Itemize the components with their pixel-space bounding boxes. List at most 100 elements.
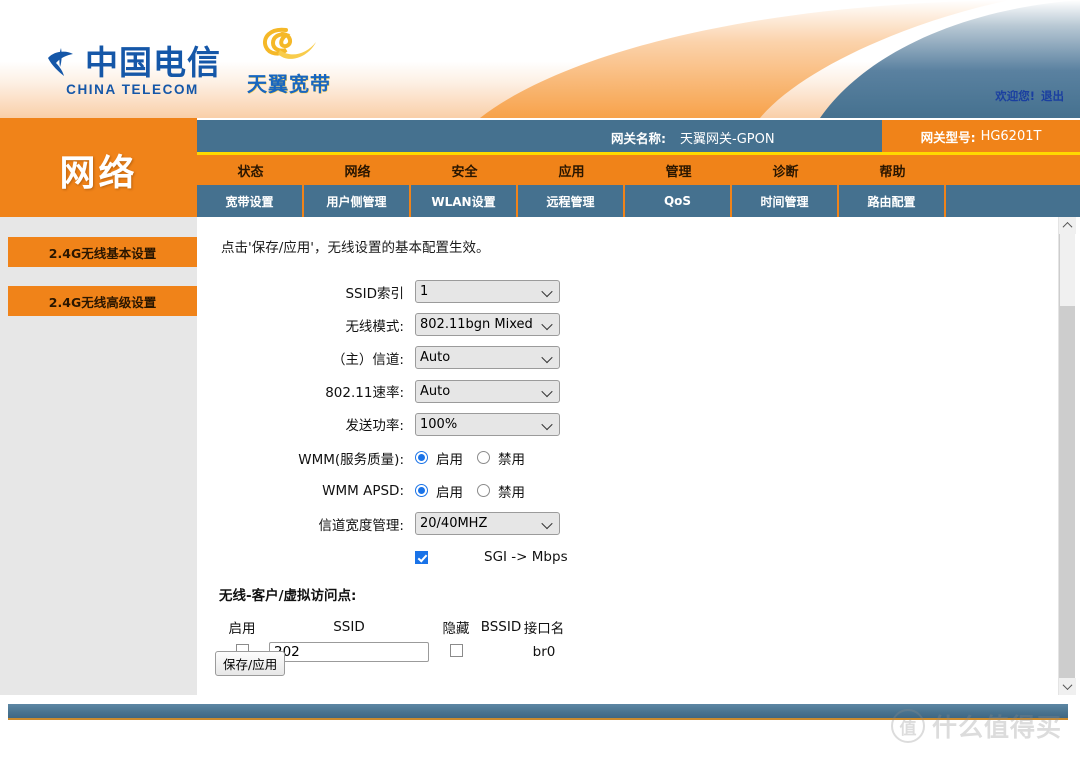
logout-link[interactable]: 退出 (1041, 89, 1064, 103)
field-row-sgi: SGI -> Mbps (197, 541, 817, 574)
save-apply-button[interactable]: 保存/应用 (215, 651, 285, 676)
select-tx-power[interactable]: 100% (415, 413, 560, 436)
select-channel[interactable]: Auto (415, 346, 560, 369)
subnav-item-wlan[interactable]: WLAN设置 (411, 185, 518, 217)
subnav-item-broadband[interactable]: 宽带设置 (197, 185, 304, 217)
select-bandwidth[interactable]: 20/40MHZ (415, 512, 560, 535)
page-title: 网络 (0, 118, 197, 221)
input-vap-ssid[interactable] (269, 642, 429, 662)
checkbox-sgi[interactable] (415, 551, 428, 564)
radio-wmm-enable[interactable] (415, 451, 428, 464)
welcome-area: 欢迎您! 退出 (995, 88, 1064, 104)
gateway-model: 网关型号: HG6201T (882, 120, 1080, 152)
logo-group: 中国电信 CHINA TELECOM 天翼宽带 (44, 26, 331, 97)
gateway-name-label: 网关名称: (611, 131, 666, 146)
vertical-scrollbar[interactable] (1058, 217, 1075, 695)
label-tx-power: 发送功率: (197, 414, 415, 434)
scrollbar-thumb[interactable] (1060, 234, 1075, 306)
main-navigation: 状态 网络 安全 应用 管理 诊断 帮助 (197, 152, 1080, 185)
radio-wmm-enable-label: 启用 (436, 448, 463, 468)
tianyi-label: 天翼宽带 (247, 68, 331, 97)
field-row-tx-power: 发送功率: 100% (197, 408, 817, 441)
label-channel: （主）信道: (197, 348, 415, 368)
subnav-item-remote[interactable]: 远程管理 (518, 185, 625, 217)
sidebar: 2.4G无线基本设置 2.4G无线高级设置 (0, 217, 197, 695)
header-banner: 中国电信 CHINA TELECOM 天翼宽带 欢迎您! 退出 (0, 0, 1080, 118)
select-rate[interactable]: Auto (415, 380, 560, 403)
field-row-ssid-index: SSID索引 1 (197, 275, 817, 308)
nav-item-diagnose[interactable]: 诊断 (732, 155, 839, 185)
field-row-bandwidth: 信道宽度管理: 20/40MHZ (197, 507, 817, 540)
vap-section-title: 无线-客户/虚拟访问点: (219, 584, 356, 604)
subnav-item-qos[interactable]: QoS (625, 185, 732, 217)
vap-col-ssid: SSID (265, 617, 433, 642)
subnav-item-lan[interactable]: 用户侧管理 (304, 185, 411, 217)
gateway-info-bar: 网关名称: 天翼网关-GPON 网关型号: HG6201T (197, 120, 1080, 152)
label-ssid-index: SSID索引 (197, 282, 415, 302)
field-row-wireless-mode: 无线模式: 802.11bgn Mixed (197, 308, 817, 341)
vap-col-bssid: BSSID (479, 617, 523, 642)
sidebar-item-advanced-wireless[interactable]: 2.4G无线高级设置 (8, 286, 197, 316)
label-rate: 802.11速率: (197, 381, 415, 401)
subnav-item-time[interactable]: 时间管理 (732, 185, 839, 217)
gateway-model-value: HG6201T (981, 129, 1042, 144)
content-panel: 点击'保存/应用'，无线设置的基本配置生效。 SSID索引 1 无线模式: 80… (197, 217, 1062, 695)
china-telecom-mark: 中国电信 (44, 45, 221, 79)
gateway-name: 网关名称: 天翼网关-GPON (611, 128, 775, 147)
scroll-down-button[interactable] (1059, 678, 1076, 695)
page-title-text: 网络 (59, 144, 137, 196)
field-row-channel: （主）信道: Auto (197, 341, 817, 374)
nav-item-network[interactable]: 网络 (304, 155, 411, 185)
label-sgi: SGI -> Mbps (484, 549, 568, 565)
welcome-text: 欢迎您! (995, 89, 1035, 103)
vap-cell-iface: br0 (523, 642, 565, 662)
radio-apsd-enable-label: 启用 (436, 481, 463, 501)
vap-col-hide: 隐藏 (433, 617, 479, 642)
footer-bar (8, 704, 1068, 720)
label-wireless-mode: 无线模式: (197, 315, 415, 335)
tianyi-broadband-logo: 天翼宽带 (247, 26, 331, 97)
chevron-up-icon (1063, 222, 1073, 232)
scroll-up-button[interactable] (1059, 217, 1076, 234)
field-row-wmm-apsd: WMM APSD: 启用 禁用 (197, 474, 817, 507)
checkbox-vap-hide[interactable] (450, 644, 463, 657)
field-row-wmm: WMM(服务质量): 启用 禁用 (197, 441, 817, 474)
radio-wmm-disable-label: 禁用 (498, 448, 525, 468)
brand-name-en: CHINA TELECOM (66, 82, 199, 97)
gateway-name-value: 天翼网关-GPON (680, 132, 775, 147)
vap-col-iface: 接口名 (523, 617, 565, 642)
vap-cell-bssid (479, 642, 523, 662)
telecom-swirl-icon (44, 45, 78, 79)
label-wmm: WMM(服务质量): (197, 448, 415, 468)
subnav-filler (946, 185, 1080, 217)
radio-apsd-disable-label: 禁用 (498, 481, 525, 501)
sub-navigation: 宽带设置 用户侧管理 WLAN设置 远程管理 QoS 时间管理 路由配置 (197, 185, 1080, 217)
nav-item-help[interactable]: 帮助 (839, 155, 946, 185)
body-area: 2.4G无线基本设置 2.4G无线高级设置 点击'保存/应用'，无线设置的基本配… (0, 217, 1080, 702)
select-wireless-mode[interactable]: 802.11bgn Mixed (415, 313, 560, 336)
select-ssid-index[interactable]: 1 (415, 280, 560, 303)
radio-wmm-disable[interactable] (477, 451, 490, 464)
field-row-rate: 802.11速率: Auto (197, 375, 817, 408)
sidebar-item-basic-wireless[interactable]: 2.4G无线基本设置 (8, 237, 197, 267)
nav-item-apps[interactable]: 应用 (518, 155, 625, 185)
wireless-form: SSID索引 1 无线模式: 802.11bgn Mixed （主）信道: (197, 275, 817, 574)
subnav-item-route[interactable]: 路由配置 (839, 185, 946, 217)
vap-cell-hide (433, 642, 479, 662)
vap-table-header-row: 启用 SSID 隐藏 BSSID 接口名 (219, 617, 565, 642)
radio-apsd-enable[interactable] (415, 484, 428, 497)
vap-col-enable: 启用 (219, 617, 265, 642)
label-bandwidth: 信道宽度管理: (197, 514, 415, 534)
nav-item-manage[interactable]: 管理 (625, 155, 732, 185)
nav-item-security[interactable]: 安全 (411, 155, 518, 185)
chevron-down-icon (1063, 680, 1073, 690)
nav-item-status[interactable]: 状态 (197, 155, 304, 185)
intro-text: 点击'保存/应用'，无线设置的基本配置生效。 (221, 236, 489, 256)
brand-name-cn: 中国电信 (85, 46, 221, 79)
vap-cell-ssid (265, 642, 433, 662)
label-wmm-apsd: WMM APSD: (197, 483, 415, 499)
china-telecom-logo: 中国电信 CHINA TELECOM (44, 45, 221, 97)
radio-apsd-disable[interactable] (477, 484, 490, 497)
gateway-model-label: 网关型号: (921, 127, 976, 146)
tianyi-swoosh-icon (256, 26, 322, 66)
